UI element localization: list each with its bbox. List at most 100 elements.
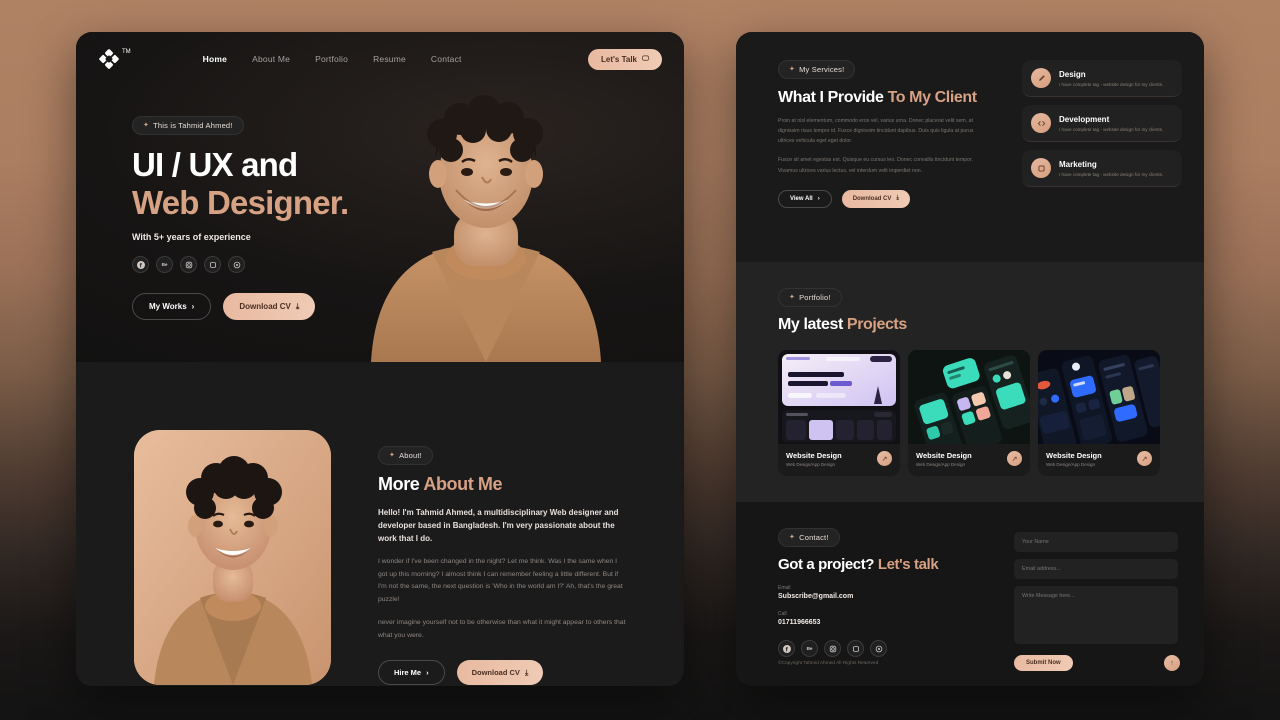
sparkle-icon: ✦ (143, 122, 150, 129)
download-icon: ⤓ (295, 301, 300, 311)
project-card-footer: Website Design Web Design/App Design ↗ (1038, 444, 1160, 476)
site-logo[interactable]: TM (98, 48, 131, 70)
sparkle-icon: ✦ (789, 534, 796, 541)
project-card[interactable]: Website Design Web Design/App Design ↗ (778, 349, 900, 476)
blue-dark-mobile-mockup (1038, 349, 1160, 444)
contact-copy: ✦ Contact! Got a project? Let's talk Ema… (778, 526, 978, 658)
sparkle-icon: ✦ (389, 452, 396, 459)
service-card-desc: I have complete tag - website design for… (1059, 171, 1164, 177)
services-paragraph-1: Proin at nisl elementum, commodo eros ve… (778, 118, 974, 145)
services-title: What I Provide To My Client (778, 88, 983, 108)
about-copy: ✦ About! More About Me Hello! I'm Tahmid… (378, 444, 626, 686)
services-download-cv-label: Download CV (852, 195, 892, 202)
facebook-icon[interactable] (132, 256, 149, 274)
hero-intro-tag: ✦ This is Tahmid Ahmed! (132, 115, 244, 135)
project-name: Website Design (916, 450, 972, 460)
contact-title-plain: Got a project? (778, 555, 878, 573)
services-tag-label: My Services! (799, 64, 845, 74)
portfolio-title: My latest Projects (778, 316, 1182, 334)
phone-value[interactable]: 01711966653 (778, 619, 978, 626)
instagram-icon[interactable] (180, 256, 197, 274)
dribbble-icon[interactable] (228, 256, 245, 274)
contact-tag-label: Contact! (799, 532, 829, 542)
about-download-cv-label: Download CV (471, 668, 520, 678)
nav-item-resume[interactable]: Resume (373, 54, 406, 64)
sparkle-icon: ✦ (789, 294, 796, 301)
my-works-button[interactable]: My Works › (132, 293, 212, 321)
nav-item-portfolio[interactable]: Portfolio (315, 54, 348, 64)
hire-me-button[interactable]: Hire Me › (378, 660, 445, 686)
about-section: ✦ About! More About Me Hello! I'm Tahmid… (76, 362, 684, 686)
portfolio-tag: ✦ Portfolio! (778, 287, 842, 307)
contact-title-accent: Let's talk (877, 555, 939, 573)
sparkle-icon: ✦ (789, 66, 796, 73)
services-actions: View All › Download CV ⤓ (778, 189, 983, 208)
project-card[interactable]: Website Design Web Design/App Design ↗ (1038, 349, 1160, 476)
project-card[interactable]: Website Design Web Design/App Design ↗ (908, 349, 1030, 476)
contact-title: Got a project? Let's talk (778, 556, 978, 575)
about-lead-paragraph: Hello! I'm Tahmid Ahmed, a multidiscipli… (378, 507, 619, 543)
arrow-up-right-icon[interactable]: ↗ (877, 451, 892, 466)
twitter-icon[interactable] (204, 256, 221, 274)
name-input[interactable] (1014, 532, 1178, 552)
download-icon: ⤓ (896, 195, 900, 202)
logo-diamond-icon (98, 48, 120, 70)
service-card-development[interactable]: Development I have complete tag - websit… (1022, 105, 1182, 142)
chevron-right-icon: › (191, 302, 195, 312)
message-textarea[interactable] (1014, 586, 1178, 644)
services-title-accent: To My Client (887, 88, 978, 106)
design-pen-icon (1031, 68, 1051, 88)
project-name: Website Design (1046, 450, 1102, 460)
hero-portrait (371, 95, 601, 362)
nav-item-home[interactable]: Home (203, 54, 227, 64)
hire-me-label: Hire Me (394, 668, 422, 678)
hero-download-cv-label: Download CV (239, 302, 291, 312)
hero-social-links: Be (132, 256, 348, 274)
contact-tag: ✦ Contact! (778, 527, 840, 547)
service-card-design[interactable]: Design I have complete tag - website des… (1022, 60, 1182, 97)
hero-download-cv-button[interactable]: Download CV ⤓ (223, 293, 316, 321)
service-card-marketing[interactable]: Marketing I have complete tag - website … (1022, 150, 1182, 187)
code-icon (1031, 113, 1051, 133)
copyright-text: ©Copyright Tahmid Ahmed All Rights Reser… (778, 660, 879, 666)
arrow-up-right-icon[interactable]: ↗ (1137, 451, 1152, 466)
services-paragraph-2: Fusce sit amet egestas est. Quisque eu c… (778, 157, 973, 174)
project-card-footer: Website Design Web Design/App Design ↗ (908, 444, 1030, 476)
hero-subtitle: With 5+ years of experience (132, 232, 251, 243)
about-download-cv-button[interactable]: Download CV ⤓ (456, 660, 544, 686)
about-actions: Hire Me › Download CV ⤓ (378, 660, 626, 686)
email-value[interactable]: Subscribe@gmail.com (778, 593, 978, 600)
nav-item-about-me[interactable]: About Me (252, 54, 290, 64)
about-portrait (134, 430, 331, 685)
service-card-title: Development (1059, 114, 1110, 124)
lets-talk-label: Let's Talk (601, 54, 637, 64)
footer: ©Copyright Tahmid Ahmed All Rights Reser… (736, 640, 1204, 686)
hero-copy: ✦ This is Tahmid Ahmed! UI / UX and Web … (132, 114, 349, 321)
top-navigation: TM Home About Me Portfolio Resume Contac… (76, 32, 684, 86)
behance-icon[interactable]: Be (156, 256, 173, 274)
portfolio-title-plain: My latest (778, 315, 847, 333)
email-input[interactable] (1014, 559, 1178, 579)
nav-item-contact[interactable]: Contact (431, 54, 462, 64)
service-card-title: Design (1059, 69, 1086, 79)
lets-talk-button[interactable]: Let's Talk (588, 48, 662, 70)
project-category: Web Design/App Design (786, 461, 835, 467)
arrow-up-right-icon[interactable]: ↗ (1007, 451, 1022, 466)
portfolio-tag-label: Portfolio! (799, 292, 831, 302)
about-title-accent: About Me (423, 473, 503, 494)
nav-links: Home About Me Portfolio Resume Contact (203, 54, 462, 64)
project-category: Web Design/App Design (916, 461, 965, 467)
services-download-cv-button[interactable]: Download CV ⤓ (841, 189, 911, 208)
left-preview-panel: TM Home About Me Portfolio Resume Contac… (76, 32, 684, 686)
service-card-title: Marketing (1059, 159, 1097, 169)
view-all-button[interactable]: View All › (778, 189, 832, 208)
service-card-desc: I have complete tag - website design for… (1059, 126, 1164, 132)
services-section: ✦ My Services! What I Provide To My Clie… (736, 32, 1204, 230)
view-all-label: View All (790, 195, 813, 202)
project-cards: Website Design Web Design/App Design ↗ W… (778, 349, 1182, 476)
email-label: Email (778, 585, 791, 592)
portfolio-section: ✦ Portfolio! My latest Projects Website … (736, 262, 1204, 502)
right-preview-panel: ✦ My Services! What I Provide To My Clie… (736, 32, 1204, 686)
teal-mobile-app-mockup (908, 349, 1030, 444)
scroll-to-top-button[interactable]: ↑ (1164, 655, 1180, 671)
